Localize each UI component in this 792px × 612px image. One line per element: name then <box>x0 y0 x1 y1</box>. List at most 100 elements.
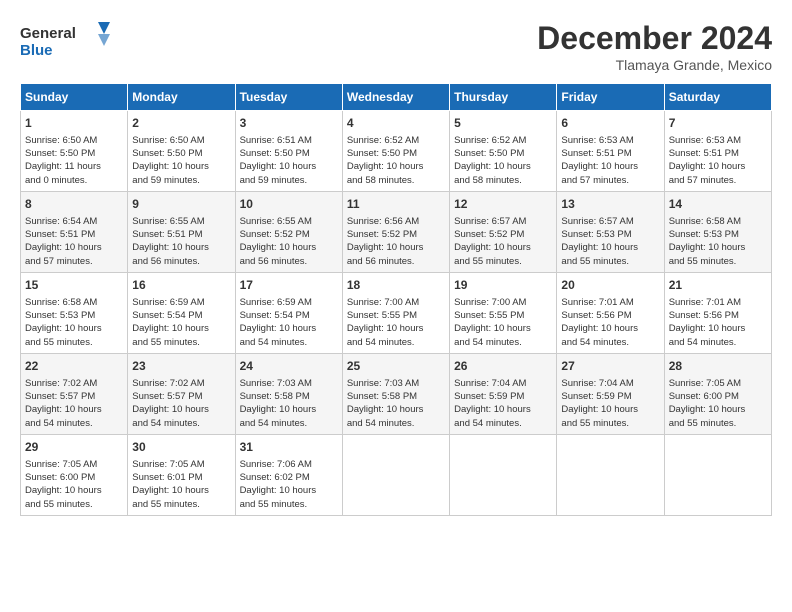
col-friday: Friday <box>557 84 664 111</box>
table-row: 23 Sunrise: 7:02 AM Sunset: 5:57 PM Dayli… <box>128 353 235 434</box>
calendar-week-row: 8 Sunrise: 6:54 AM Sunset: 5:51 PM Daylig… <box>21 191 772 272</box>
table-row <box>342 434 449 515</box>
month-title: December 2024 <box>537 20 772 57</box>
table-row: 19 Sunrise: 7:00 AM Sunset: 5:55 PM Dayli… <box>450 272 557 353</box>
day-info: Sunrise: 7:02 AM Sunset: 5:57 PM Dayligh… <box>25 377 123 430</box>
day-number: 5 <box>454 115 552 132</box>
logo: General Blue <box>20 20 110 60</box>
day-number: 6 <box>561 115 659 132</box>
col-monday: Monday <box>128 84 235 111</box>
day-number: 1 <box>25 115 123 132</box>
day-number: 11 <box>347 196 445 213</box>
day-number: 19 <box>454 277 552 294</box>
day-info: Sunrise: 6:54 AM Sunset: 5:51 PM Dayligh… <box>25 215 123 268</box>
day-number: 12 <box>454 196 552 213</box>
location: Tlamaya Grande, Mexico <box>537 57 772 73</box>
day-number: 9 <box>132 196 230 213</box>
day-number: 22 <box>25 358 123 375</box>
table-row <box>664 434 771 515</box>
day-number: 17 <box>240 277 338 294</box>
table-row: 29 Sunrise: 7:05 AM Sunset: 6:00 PM Dayli… <box>21 434 128 515</box>
day-info: Sunrise: 7:01 AM Sunset: 5:56 PM Dayligh… <box>561 296 659 349</box>
day-number: 20 <box>561 277 659 294</box>
day-info: Sunrise: 7:03 AM Sunset: 5:58 PM Dayligh… <box>347 377 445 430</box>
day-info: Sunrise: 6:52 AM Sunset: 5:50 PM Dayligh… <box>347 134 445 187</box>
day-number: 2 <box>132 115 230 132</box>
calendar-week-row: 29 Sunrise: 7:05 AM Sunset: 6:00 PM Dayli… <box>21 434 772 515</box>
col-thursday: Thursday <box>450 84 557 111</box>
table-row: 1 Sunrise: 6:50 AM Sunset: 5:50 PM Daylig… <box>21 111 128 192</box>
day-info: Sunrise: 7:03 AM Sunset: 5:58 PM Dayligh… <box>240 377 338 430</box>
table-row: 20 Sunrise: 7:01 AM Sunset: 5:56 PM Dayli… <box>557 272 664 353</box>
day-info: Sunrise: 6:53 AM Sunset: 5:51 PM Dayligh… <box>561 134 659 187</box>
calendar-week-row: 15 Sunrise: 6:58 AM Sunset: 5:53 PM Dayli… <box>21 272 772 353</box>
table-row: 6 Sunrise: 6:53 AM Sunset: 5:51 PM Daylig… <box>557 111 664 192</box>
day-number: 24 <box>240 358 338 375</box>
calendar-week-row: 1 Sunrise: 6:50 AM Sunset: 5:50 PM Daylig… <box>21 111 772 192</box>
table-row: 30Sunrise: 7:05 AM Sunset: 6:01 PM Dayli… <box>128 434 235 515</box>
table-row: 28 Sunrise: 7:05 AM Sunset: 6:00 PM Dayli… <box>664 353 771 434</box>
day-number: 7 <box>669 115 767 132</box>
table-row: 9 Sunrise: 6:55 AM Sunset: 5:51 PM Daylig… <box>128 191 235 272</box>
calendar-week-row: 22 Sunrise: 7:02 AM Sunset: 5:57 PM Dayli… <box>21 353 772 434</box>
day-info: Sunrise: 7:00 AM Sunset: 5:55 PM Dayligh… <box>347 296 445 349</box>
table-row: 14 Sunrise: 6:58 AM Sunset: 5:53 PM Dayli… <box>664 191 771 272</box>
day-number: 29 <box>25 439 123 456</box>
day-number: 8 <box>25 196 123 213</box>
table-row: 12 Sunrise: 6:57 AM Sunset: 5:52 PM Dayli… <box>450 191 557 272</box>
day-number: 21 <box>669 277 767 294</box>
day-info: Sunrise: 7:05 AM Sunset: 6:01 PM Dayligh… <box>132 458 230 511</box>
table-row: 17 Sunrise: 6:59 AM Sunset: 5:54 PM Dayli… <box>235 272 342 353</box>
table-row: 5Sunrise: 6:52 AM Sunset: 5:50 PM Daylig… <box>450 111 557 192</box>
table-row: 24 Sunrise: 7:03 AM Sunset: 5:58 PM Dayli… <box>235 353 342 434</box>
table-row <box>450 434 557 515</box>
day-number: 10 <box>240 196 338 213</box>
table-row: 3Sunrise: 6:51 AM Sunset: 5:50 PM Daylig… <box>235 111 342 192</box>
svg-text:Blue: Blue <box>20 42 53 59</box>
day-info: Sunrise: 6:55 AM Sunset: 5:51 PM Dayligh… <box>132 215 230 268</box>
table-row: 16 Sunrise: 6:59 AM Sunset: 5:54 PM Dayli… <box>128 272 235 353</box>
day-info: Sunrise: 6:50 AM Sunset: 5:50 PM Dayligh… <box>25 134 123 187</box>
table-row: 22 Sunrise: 7:02 AM Sunset: 5:57 PM Dayli… <box>21 353 128 434</box>
table-row: 10 Sunrise: 6:55 AM Sunset: 5:52 PM Dayli… <box>235 191 342 272</box>
day-info: Sunrise: 7:05 AM Sunset: 6:00 PM Dayligh… <box>669 377 767 430</box>
table-row: 7 Sunrise: 6:53 AM Sunset: 5:51 PM Daylig… <box>664 111 771 192</box>
day-number: 23 <box>132 358 230 375</box>
day-number: 14 <box>669 196 767 213</box>
table-row: 18Sunrise: 7:00 AM Sunset: 5:55 PM Dayli… <box>342 272 449 353</box>
day-info: Sunrise: 7:04 AM Sunset: 5:59 PM Dayligh… <box>561 377 659 430</box>
table-row: 4 Sunrise: 6:52 AM Sunset: 5:50 PM Daylig… <box>342 111 449 192</box>
day-info: Sunrise: 6:56 AM Sunset: 5:52 PM Dayligh… <box>347 215 445 268</box>
table-row: 21 Sunrise: 7:01 AM Sunset: 5:56 PM Dayli… <box>664 272 771 353</box>
day-info: Sunrise: 7:00 AM Sunset: 5:55 PM Dayligh… <box>454 296 552 349</box>
day-info: Sunrise: 6:57 AM Sunset: 5:52 PM Dayligh… <box>454 215 552 268</box>
day-number: 28 <box>669 358 767 375</box>
day-info: Sunrise: 6:50 AM Sunset: 5:50 PM Dayligh… <box>132 134 230 187</box>
col-saturday: Saturday <box>664 84 771 111</box>
day-number: 16 <box>132 277 230 294</box>
day-info: Sunrise: 6:58 AM Sunset: 5:53 PM Dayligh… <box>25 296 123 349</box>
day-info: Sunrise: 6:53 AM Sunset: 5:51 PM Dayligh… <box>669 134 767 187</box>
day-info: Sunrise: 7:02 AM Sunset: 5:57 PM Dayligh… <box>132 377 230 430</box>
day-info: Sunrise: 6:55 AM Sunset: 5:52 PM Dayligh… <box>240 215 338 268</box>
col-wednesday: Wednesday <box>342 84 449 111</box>
day-info: Sunrise: 6:59 AM Sunset: 5:54 PM Dayligh… <box>240 296 338 349</box>
table-row: 2 Sunrise: 6:50 AM Sunset: 5:50 PM Daylig… <box>128 111 235 192</box>
table-row: 25 Sunrise: 7:03 AM Sunset: 5:58 PM Dayli… <box>342 353 449 434</box>
day-number: 4 <box>347 115 445 132</box>
col-tuesday: Tuesday <box>235 84 342 111</box>
day-info: Sunrise: 6:58 AM Sunset: 5:53 PM Dayligh… <box>669 215 767 268</box>
table-row: 15 Sunrise: 6:58 AM Sunset: 5:53 PM Dayli… <box>21 272 128 353</box>
table-row: 31Sunrise: 7:06 AM Sunset: 6:02 PM Dayli… <box>235 434 342 515</box>
day-info: Sunrise: 7:05 AM Sunset: 6:00 PM Dayligh… <box>25 458 123 511</box>
day-number: 26 <box>454 358 552 375</box>
table-row: 27Sunrise: 7:04 AM Sunset: 5:59 PM Dayli… <box>557 353 664 434</box>
col-sunday: Sunday <box>21 84 128 111</box>
day-number: 25 <box>347 358 445 375</box>
day-number: 3 <box>240 115 338 132</box>
day-info: Sunrise: 6:59 AM Sunset: 5:54 PM Dayligh… <box>132 296 230 349</box>
table-row: 26 Sunrise: 7:04 AM Sunset: 5:59 PM Dayli… <box>450 353 557 434</box>
day-info: Sunrise: 7:01 AM Sunset: 5:56 PM Dayligh… <box>669 296 767 349</box>
day-info: Sunrise: 7:04 AM Sunset: 5:59 PM Dayligh… <box>454 377 552 430</box>
day-number: 15 <box>25 277 123 294</box>
